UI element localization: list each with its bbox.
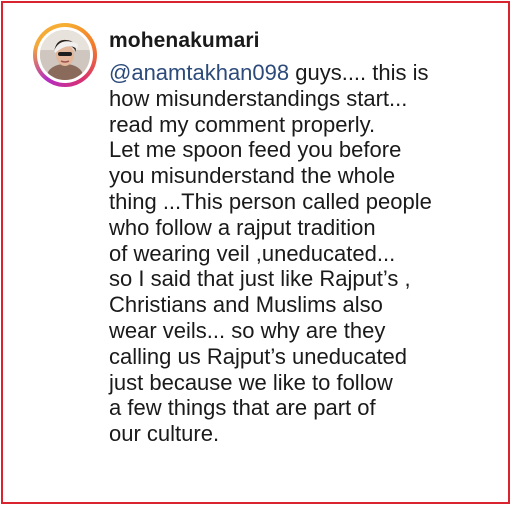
comment-card: mohenakumari @anamtakhan098 guys.... thi… [1, 1, 510, 504]
profile-photo-icon [40, 30, 90, 80]
comment-line: read my comment properly. [109, 111, 376, 137]
avatar[interactable] [33, 23, 97, 87]
comment-line: you misunderstand the whole [109, 163, 396, 189]
comment-line: our culture. [109, 421, 220, 447]
comment-line: Let me spoon feed you before [109, 137, 402, 163]
comment-line: wear veils... so why are they [109, 317, 386, 343]
mention-link[interactable]: @anamtakhan098 [109, 60, 289, 85]
comment-line: a few things that are part of [109, 395, 376, 421]
comment-body: @anamtakhan098 guys.... this is how misu… [109, 60, 504, 447]
comment-line: @anamtakhan098 guys.... this is [109, 60, 504, 86]
comment-line: who follow a rajput tradition [109, 214, 376, 240]
comment-line: Christians and Muslims also [109, 292, 383, 318]
username[interactable]: mohenakumari [109, 29, 260, 53]
avatar-ring-gap [37, 27, 93, 83]
comment-line: thing ...This person called people [109, 188, 432, 214]
comment-text: guys.... this is [289, 60, 429, 85]
comment-line: calling us Rajput’s uneducated [109, 343, 408, 369]
comment-line: how misunderstandings start... [109, 85, 408, 111]
comment-line: of wearing veil ,uneducated... [109, 240, 396, 266]
comment-line: so I said that just like Rajput’s , [109, 266, 411, 292]
comment-line: just because we like to follow [109, 369, 393, 395]
